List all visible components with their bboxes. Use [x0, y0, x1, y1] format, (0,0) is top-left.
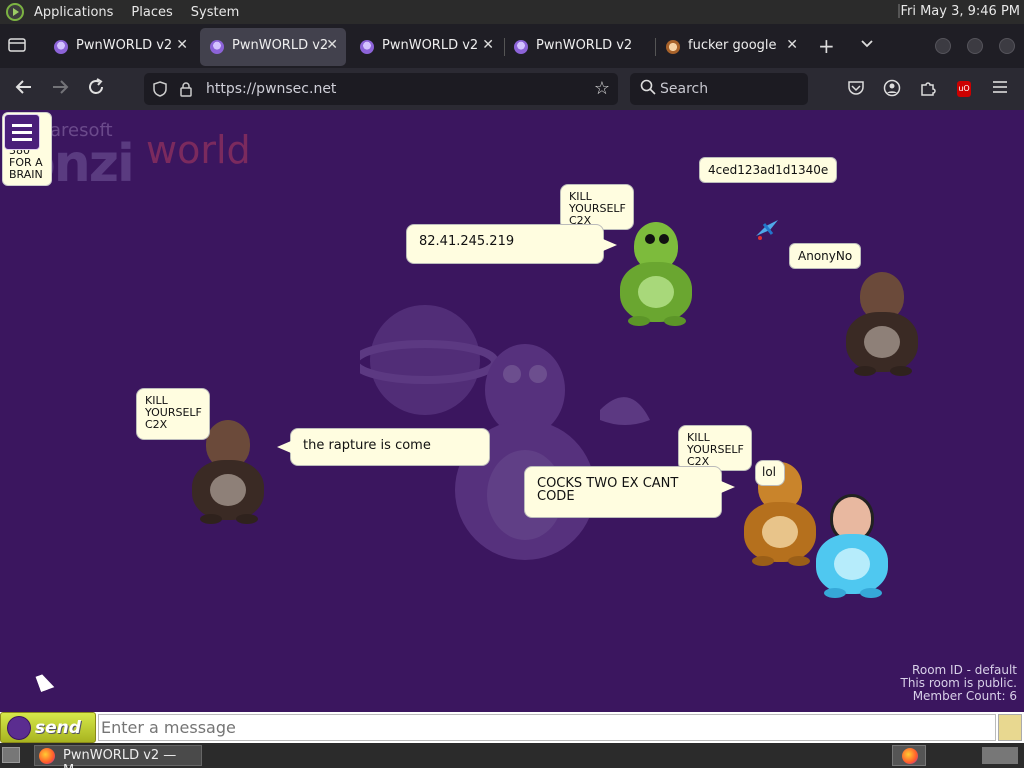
account-icon[interactable]: [882, 79, 902, 99]
top-panel: Applications Places System Fri May 3, 9:…: [0, 0, 1024, 24]
bonzi-send-icon: [7, 716, 31, 740]
new-tab-plus-icon[interactable]: +: [818, 34, 835, 58]
bonzi-face-avatar-right[interactable]: [840, 272, 926, 384]
bonzi-favicon-icon: [514, 40, 528, 54]
back-arrow-icon[interactable]: [12, 77, 36, 101]
url-bar[interactable]: https://pwnsec.net ☆: [144, 73, 618, 105]
shield-icon[interactable]: [152, 81, 168, 97]
tab-5[interactable]: fucker googler - ✕: [656, 28, 806, 66]
chat-bar: send: [0, 712, 1024, 743]
chat-bubble-kill-3: KILL YOURSELF C2X: [678, 425, 752, 471]
tab-close-icon[interactable]: ✕: [786, 37, 798, 53]
lock-icon[interactable]: [178, 81, 194, 97]
show-desktop-icon[interactable]: [2, 747, 20, 763]
menu-hamburger-button[interactable]: [4, 114, 40, 150]
close-window-button[interactable]: [999, 38, 1015, 54]
bonzi-favicon-icon: [210, 40, 224, 54]
tab-close-icon[interactable]: ✕: [176, 37, 188, 53]
firefox-icon: [39, 748, 55, 764]
extensions-puzzle-icon[interactable]: [918, 79, 938, 99]
mouse-cursor-icon: [35, 672, 55, 692]
minimize-button[interactable]: [935, 38, 951, 54]
tab-title: fucker googler -: [688, 38, 776, 53]
search-bar[interactable]: Search: [630, 73, 808, 105]
bottom-taskbar: PwnWORLD v2 — M...: [0, 743, 1024, 768]
menu-applications[interactable]: Applications: [34, 5, 113, 20]
url-text[interactable]: https://pwnsec.net: [206, 81, 336, 97]
reload-icon[interactable]: [84, 77, 108, 101]
tab-strip: PwnWORLD v2 ✕ PwnWORLD v2 ✕ PwnWORLD v2 …: [0, 24, 1024, 68]
tray-firefox-button[interactable]: [892, 745, 926, 766]
nametag-hash: 4ced123ad1d1340e: [699, 157, 838, 183]
menu-system[interactable]: System: [191, 5, 239, 20]
tab-list-icon[interactable]: [8, 37, 26, 53]
tab-2-active[interactable]: PwnWORLD v2 ✕: [200, 28, 346, 66]
chat-bubble-lol: lol: [755, 460, 785, 486]
emoji-button[interactable]: [998, 714, 1022, 741]
search-placeholder: Search: [660, 81, 709, 97]
tab-title: PwnWORLD v2: [232, 38, 329, 53]
nametag-anonyno: AnonyNo: [789, 243, 862, 269]
tab-1[interactable]: PwnWORLD v2 ✕: [44, 28, 196, 66]
logo-world-text: world: [146, 128, 251, 172]
nav-toolbar: https://pwnsec.net ☆ Search uO: [0, 68, 1024, 110]
workspace-switcher[interactable]: [982, 747, 1018, 764]
chat-bubble-ip: 82.41.245.219: [406, 224, 617, 264]
bird-sprite-icon[interactable]: [752, 214, 782, 244]
bonzi-cyan-avatar[interactable]: [810, 494, 896, 606]
bookmark-star-icon[interactable]: ☆: [594, 78, 610, 99]
tab-title: PwnWORLD v2: [536, 38, 633, 53]
tab-close-icon[interactable]: ✕: [482, 37, 494, 53]
taskbar-window-firefox[interactable]: PwnWORLD v2 — M...: [34, 745, 202, 768]
chevron-down-icon[interactable]: [860, 38, 874, 52]
distro-logo-icon[interactable]: [6, 3, 24, 21]
room-info: Room ID - default This room is public. M…: [900, 664, 1017, 703]
ublock-origin-icon[interactable]: uO: [957, 81, 971, 97]
hamburger-menu-icon[interactable]: [990, 79, 1010, 99]
page-content[interactable]: aresoft onzi world 380 FOR A BRAIN KILL …: [0, 110, 1024, 712]
chat-bubble-kill-2: KILL YOURSELF C2X: [136, 388, 210, 440]
maximize-button[interactable]: [967, 38, 983, 54]
forward-arrow-icon[interactable]: [48, 77, 72, 101]
message-input[interactable]: [98, 714, 996, 741]
pocket-icon[interactable]: [846, 79, 866, 99]
bonzi-favicon-icon: [360, 40, 374, 54]
member-count: Member Count: 6: [912, 689, 1017, 703]
tab-close-icon[interactable]: ✕: [326, 37, 338, 53]
send-button[interactable]: send: [0, 712, 96, 743]
taskbar-window-title: PwnWORLD v2 — M...: [63, 748, 177, 768]
tab-title: PwnWORLD v2: [382, 38, 479, 53]
monkey-favicon-icon: [666, 40, 680, 54]
chat-bubble-cocks: COCKS TWO EX CANT CODE: [524, 466, 735, 518]
bonzi-green-avatar[interactable]: [614, 222, 700, 334]
firefox-icon: [902, 748, 918, 764]
menu-places[interactable]: Places: [131, 5, 172, 20]
tab-title: PwnWORLD v2: [76, 38, 173, 53]
tab-3[interactable]: PwnWORLD v2 ✕: [350, 28, 502, 66]
chat-bubble-rapture: the rapture is come: [277, 428, 490, 466]
send-label: send: [35, 718, 81, 738]
search-icon: [640, 79, 656, 99]
bonzi-favicon-icon: [54, 40, 68, 54]
tab-4[interactable]: PwnWORLD v2: [504, 28, 654, 66]
clock[interactable]: Fri May 3, 9:46 PM: [900, 4, 1020, 19]
